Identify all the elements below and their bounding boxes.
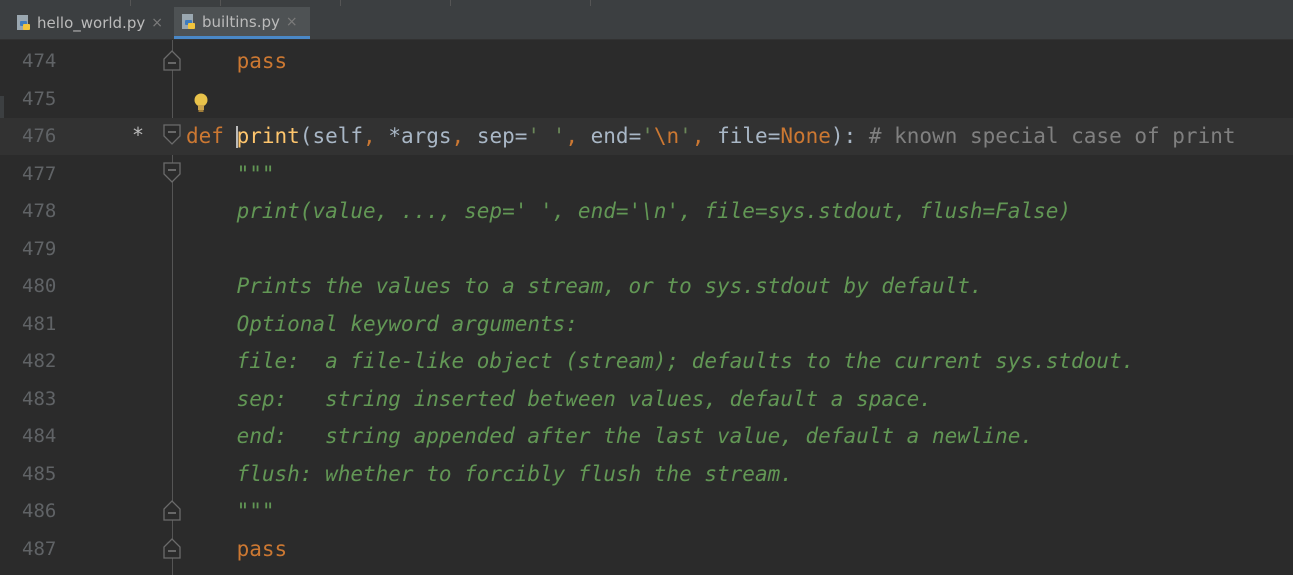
code-line[interactable]: 481 Optional keyword arguments: <box>0 306 1293 343</box>
code-token: pass <box>236 536 288 561</box>
tab-builtins[interactable]: builtins.py × <box>174 7 310 39</box>
code-token: Prints the values to a stream, or to sys… <box>186 274 983 298</box>
code-token: None <box>780 124 831 148</box>
code-line[interactable]: 479 <box>0 231 1293 268</box>
line-number[interactable]: 487 <box>22 538 56 560</box>
breadcrumb-segment[interactable] <box>130 0 221 6</box>
line-number[interactable]: 478 <box>22 200 56 222</box>
code-token: ' <box>679 124 692 148</box>
fold-marker-icon[interactable] <box>163 124 181 146</box>
fold-marker-icon[interactable] <box>163 537 181 559</box>
code-token: sep= <box>476 124 528 148</box>
line-number[interactable]: 483 <box>22 388 56 410</box>
code-line[interactable]: 478 print(value, ..., sep=' ', end='\n',… <box>0 193 1293 230</box>
fold-marker-icon[interactable] <box>163 161 181 184</box>
code-text: Prints the values to a stream, or to sys… <box>186 273 983 299</box>
code-token: , <box>363 124 389 148</box>
code-text: """ <box>186 161 275 187</box>
code-editor[interactable]: 474 pass 475 476 def print(self, *args, sep… <box>0 40 1293 575</box>
line-number[interactable]: 477 <box>22 163 56 185</box>
code-line[interactable]: 480 Prints the values to a stream, or to… <box>0 268 1293 305</box>
code-token: (self <box>299 124 364 148</box>
line-number[interactable]: 485 <box>22 463 56 485</box>
code-token: , <box>691 124 718 148</box>
override-marker-icon[interactable]: * <box>133 122 143 148</box>
line-number[interactable]: 481 <box>22 313 56 335</box>
breadcrumb-segment[interactable] <box>360 0 451 6</box>
code-token: file: a file-like object (stream); defau… <box>186 349 1135 373</box>
editor-tab-bar: hello_world.py × builtins.py × <box>0 7 1293 40</box>
code-token: """ <box>186 161 275 186</box>
code-token: file= <box>717 124 781 148</box>
code-token: flush: whether to forcibly flush the str… <box>186 461 793 486</box>
fold-marker-icon[interactable] <box>163 49 181 71</box>
code-token: pass <box>236 49 288 73</box>
code-text: print(value, ..., sep=' ', end='\n', fil… <box>186 198 1071 224</box>
line-number[interactable]: 475 <box>22 88 56 110</box>
code-text: Optional keyword arguments: <box>186 311 578 337</box>
code-line[interactable]: 483 sep: string inserted between values,… <box>0 381 1293 418</box>
breadcrumb <box>0 0 1293 7</box>
python-file-icon <box>17 15 30 30</box>
code-text: def print(self, *args, sep=' ', end='\n'… <box>186 123 1236 149</box>
code-token: ' <box>641 124 654 148</box>
line-number[interactable]: 474 <box>22 50 56 72</box>
lightbulb-icon[interactable] <box>192 92 210 114</box>
line-number[interactable]: 486 <box>22 500 56 522</box>
tab-hello-world[interactable]: hello_world.py × <box>14 7 170 39</box>
code-token: \n <box>653 124 680 148</box>
close-icon[interactable]: × <box>151 15 163 31</box>
line-number[interactable]: 482 <box>22 350 56 372</box>
line-number[interactable]: 484 <box>22 425 56 447</box>
code-line[interactable]: 487 pass <box>0 531 1293 568</box>
code-line[interactable]: 485 flush: whether to forcibly flush the… <box>0 456 1293 493</box>
code-text: flush: whether to forcibly flush the str… <box>186 461 793 487</box>
code-text: """ <box>186 498 275 524</box>
code-token: """ <box>186 499 275 523</box>
breadcrumb-segment[interactable] <box>250 0 341 6</box>
code-line[interactable]: 477 """ <box>0 156 1293 193</box>
code-line[interactable]: 476 def print(self, *args, sep=' ', end='… <box>0 118 1293 155</box>
tab-label: hello_world.py <box>37 14 146 32</box>
code-token: print <box>236 124 300 148</box>
code-text: file: a file-like object (stream); defau… <box>186 348 1135 374</box>
code-token: ' ' <box>527 124 566 148</box>
code-line[interactable]: 484 end: string appended after the last … <box>0 418 1293 455</box>
breadcrumb-segment[interactable] <box>500 0 591 6</box>
close-icon[interactable]: × <box>286 14 298 30</box>
tab-label: builtins.py <box>202 12 280 31</box>
code-token: ): <box>830 124 869 148</box>
line-number[interactable]: 476 <box>22 125 56 147</box>
code-text: pass <box>186 48 288 74</box>
python-file-icon <box>182 13 195 29</box>
line-number[interactable]: 479 <box>22 238 56 260</box>
line-number[interactable]: 480 <box>22 275 56 297</box>
code-token: print(value, ..., sep=' ', end='\n', fil… <box>186 199 1072 223</box>
text-caret <box>236 126 238 148</box>
code-token: sep: string inserted between values, def… <box>186 386 932 411</box>
code-text: end: string appended after the last valu… <box>186 423 1034 449</box>
code-token: def <box>186 124 237 148</box>
code-line[interactable]: 474 pass <box>0 43 1293 80</box>
breadcrumb-segment[interactable] <box>40 0 131 6</box>
code-token: # known special case of print <box>868 124 1236 148</box>
code-text: sep: string inserted between values, def… <box>186 386 932 412</box>
code-line[interactable]: 486 """ <box>0 493 1293 530</box>
code-token: Optional keyword arguments: <box>186 311 578 336</box>
code-line[interactable]: 482 file: a file-like object (stream); d… <box>0 343 1293 380</box>
code-token: end= <box>590 124 642 148</box>
code-token: , <box>451 124 477 148</box>
fold-marker-icon[interactable] <box>163 499 181 521</box>
code-token: , <box>565 124 591 148</box>
code-token: end: string appended after the last valu… <box>186 424 1034 448</box>
code-text: pass <box>186 536 288 562</box>
code-token: *args <box>388 124 452 148</box>
